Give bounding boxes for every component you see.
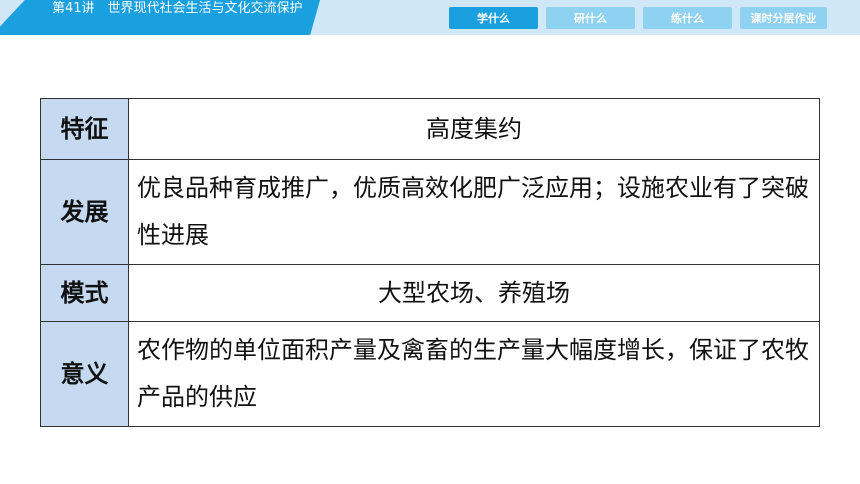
- table-row: 意义 农作物的单位面积产量及禽畜的生产量大幅度增长，保证了农牧产品的供应: [40, 321, 820, 427]
- content-table: 特征 高度集约 发展 优良品种育成推广，优质高效化肥广泛应用；设施农业有了突破性…: [40, 98, 820, 427]
- row-label: 发展: [40, 159, 129, 265]
- row-value: 大型农场、养殖场: [128, 264, 820, 322]
- nav-tab-learn[interactable]: 学什么: [449, 7, 538, 29]
- row-value: 高度集约: [128, 98, 820, 160]
- nav-tab-homework[interactable]: 课时分层作业: [740, 7, 827, 29]
- table-row: 特征 高度集约: [40, 98, 820, 160]
- row-value: 优良品种育成推广，优质高效化肥广泛应用；设施农业有了突破性进展: [128, 159, 820, 265]
- row-label: 意义: [40, 321, 129, 427]
- row-value: 农作物的单位面积产量及禽畜的生产量大幅度增长，保证了农牧产品的供应: [128, 321, 820, 427]
- row-label: 模式: [40, 264, 129, 322]
- row-label: 特征: [40, 98, 129, 160]
- table-row: 发展 优良品种育成推广，优质高效化肥广泛应用；设施农业有了突破性进展: [40, 159, 820, 265]
- lesson-title: 第41讲 世界现代社会生活与文化交流保护: [52, 1, 303, 16]
- nav-tab-practice[interactable]: 练什么: [643, 7, 732, 29]
- table-row: 模式 大型农场、养殖场: [40, 264, 820, 322]
- nav-tab-study[interactable]: 研什么: [546, 7, 635, 29]
